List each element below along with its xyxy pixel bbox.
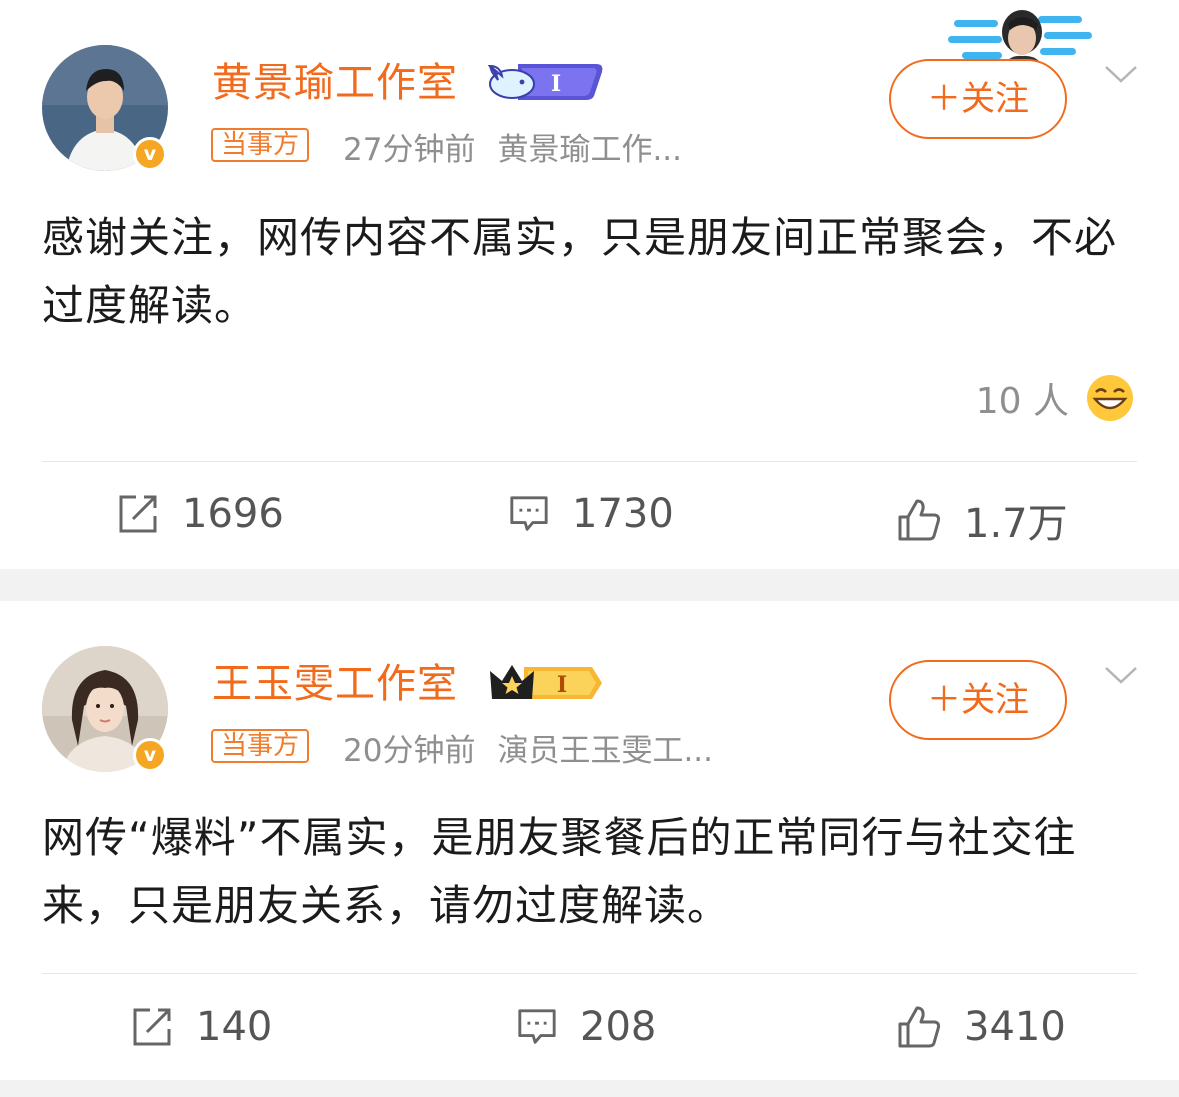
like-button[interactable]: 3410 <box>896 1004 1066 1050</box>
account-name[interactable]: 王玉雯工作室 <box>212 651 458 709</box>
member-level-text: I <box>551 71 561 97</box>
comment-count: 1730 <box>572 491 674 537</box>
like-count: 3410 <box>964 1004 1066 1050</box>
repost-count: 140 <box>196 1004 273 1050</box>
follow-button[interactable]: ＋关注 <box>889 660 1067 740</box>
comment-count: 208 <box>580 1004 657 1050</box>
repost-count: 1696 <box>182 491 284 537</box>
follow-button[interactable]: ＋关注 <box>889 59 1067 139</box>
post-time: 20分钟前 <box>343 733 476 769</box>
divider <box>42 461 1137 462</box>
comment-icon <box>510 496 548 531</box>
weibo-post-card: v 黄景瑜工作室 I 当事方 27分钟前 黄景瑜工作... ＋关注 感谢关注，网传… <box>0 0 1179 569</box>
chevron-down-icon[interactable] <box>1103 56 1139 92</box>
post-meta: 20分钟前 演员王玉雯工... <box>343 725 713 770</box>
weibo-post-card: v 王玉雯工作室 I 当事方 20分钟前 演员王玉雯工... ＋关注 网传“爆料”… <box>0 601 1179 1080</box>
repost-button[interactable]: 1696 <box>116 491 284 537</box>
repost-button[interactable]: 140 <box>130 1004 272 1050</box>
member-level-text: I <box>557 672 567 698</box>
crown-member-badge-icon: I <box>490 665 602 699</box>
reaction-summary[interactable]: 10 人 <box>976 372 1135 424</box>
like-icon <box>898 1006 941 1048</box>
verified-badge-icon: v <box>133 137 167 171</box>
post-content: 感谢关注，网传内容不属实，只是朋友间正常聚会，不必过度解读。 <box>42 213 1118 330</box>
comment-button[interactable]: 1730 <box>508 491 674 537</box>
verified-badge-icon: v <box>133 738 167 772</box>
like-count: 1.7万 <box>964 501 1068 547</box>
post-source[interactable]: 演员王玉雯工... <box>497 733 713 769</box>
account-name[interactable]: 黄景瑜工作室 <box>212 50 458 108</box>
chevron-down-icon[interactable] <box>1103 657 1139 693</box>
comment-button[interactable]: 208 <box>516 1004 656 1050</box>
reaction-count: 10 人 <box>975 381 1069 422</box>
laughing-emoji-icon <box>1087 375 1133 421</box>
party-tag: 当事方 <box>211 128 310 162</box>
whale-member-badge-icon: I <box>488 64 603 100</box>
post-time: 27分钟前 <box>343 132 476 168</box>
divider <box>42 973 1137 974</box>
post-meta: 27分钟前 黄景瑜工作... <box>343 124 682 169</box>
party-tag: 当事方 <box>211 729 310 763</box>
repost-icon <box>133 1008 171 1046</box>
repost-icon <box>119 495 157 533</box>
like-button[interactable]: 1.7万 <box>896 491 1068 549</box>
comment-icon <box>518 1009 556 1044</box>
post-source[interactable]: 黄景瑜工作... <box>497 132 682 168</box>
post-content: 网传“爆料”不属实，是朋友聚餐后的正常同行与社交往来，只是朋友关系，请勿过度解读… <box>42 813 1077 930</box>
like-icon <box>898 499 941 541</box>
